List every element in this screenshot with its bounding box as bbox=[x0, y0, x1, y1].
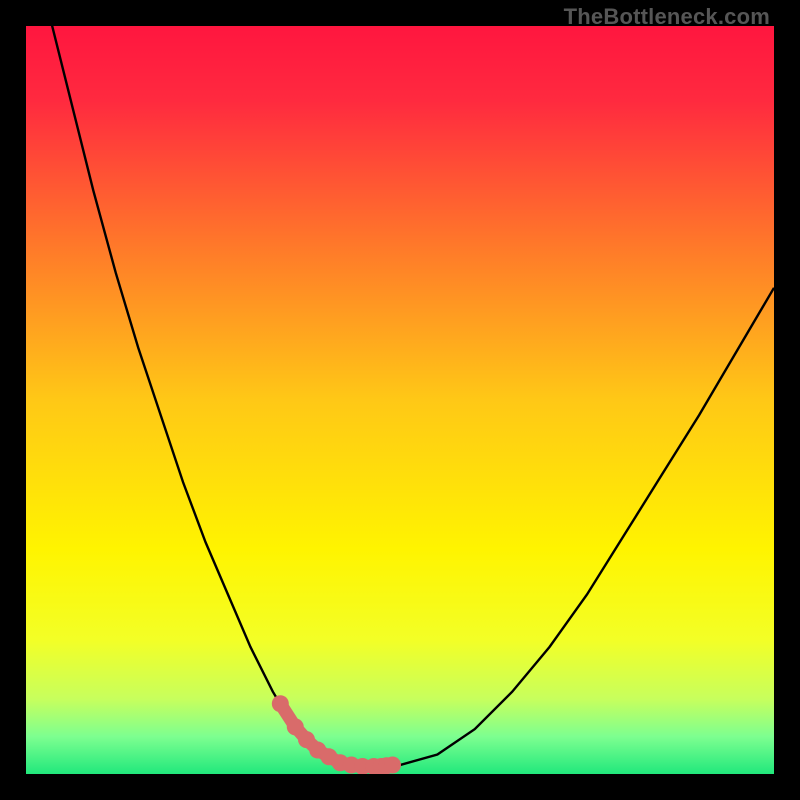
highlight-dot bbox=[272, 695, 289, 712]
watermark-text: TheBottleneck.com bbox=[564, 4, 770, 30]
highlight-dot bbox=[384, 757, 401, 774]
bottleneck-chart bbox=[26, 26, 774, 774]
gradient-background bbox=[26, 26, 774, 774]
highlight-dot bbox=[287, 718, 304, 735]
